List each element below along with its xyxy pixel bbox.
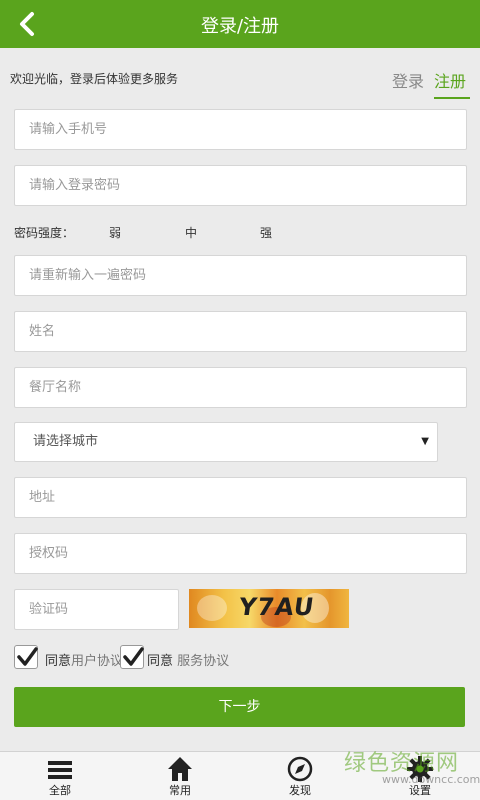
watermark: 绿色资源网 www.downcc.com xyxy=(344,745,480,791)
captcha-input[interactable]: 验证码 xyxy=(14,589,179,630)
home-icon xyxy=(168,757,192,781)
agree-user-prefix: 同意 xyxy=(45,654,72,669)
restaurant-name-input[interactable]: 餐厅名称 xyxy=(14,367,467,408)
nav-item-discover[interactable]: 发现 xyxy=(270,752,330,800)
nav-label-common: 常用 xyxy=(169,784,191,797)
tab-login[interactable]: 登录 xyxy=(392,68,424,92)
strength-weak: 弱 xyxy=(109,226,122,240)
agree-user-text: 同意用户协议 xyxy=(45,650,123,669)
phone-input[interactable]: 请输入手机号 xyxy=(14,109,467,150)
nav-item-common[interactable]: 常用 xyxy=(150,752,210,800)
nav-item-all[interactable]: 全部 xyxy=(30,752,90,800)
name-input[interactable]: 姓名 xyxy=(14,311,467,352)
compass-icon xyxy=(287,756,313,782)
address-input[interactable]: 地址 xyxy=(14,477,467,518)
service-agreement-link[interactable]: 服务协议 xyxy=(177,654,229,669)
auth-code-input[interactable]: 授权码 xyxy=(14,533,467,574)
captcha-noise xyxy=(197,595,227,621)
agree-service-text: 同意 服务协议 xyxy=(147,650,229,669)
password-strength-label: 密码强度： xyxy=(14,226,75,240)
password-input[interactable]: 请输入登录密码 xyxy=(14,165,467,206)
agree-user-checkbox[interactable] xyxy=(14,645,38,669)
menu-icon xyxy=(48,761,72,779)
tab-active-indicator xyxy=(434,97,470,99)
nav-label-discover: 发现 xyxy=(289,784,311,797)
checkmark-icon xyxy=(17,647,38,666)
nav-label-all: 全部 xyxy=(49,784,71,797)
watermark-url: www.downcc.com xyxy=(382,773,480,786)
agree-service-checkbox[interactable] xyxy=(120,645,144,669)
next-step-button[interactable]: 下一步 xyxy=(14,687,465,727)
strength-medium: 中 xyxy=(185,226,198,240)
tab-register[interactable]: 注册 xyxy=(434,68,466,92)
agree-service-prefix: 同意 xyxy=(147,654,174,669)
top-bar: 登录/注册 xyxy=(0,0,480,48)
welcome-text: 欢迎光临，登录后体验更多服务 xyxy=(10,72,179,86)
captcha-code: Y7AU xyxy=(237,593,317,621)
page-title: 登录/注册 xyxy=(200,16,280,37)
caret-down-icon: ▼ xyxy=(421,436,429,447)
strength-strong: 强 xyxy=(260,226,273,240)
city-select-value: 请选择城市 xyxy=(33,434,99,449)
repeat-password-input[interactable]: 请重新输入一遍密码 xyxy=(14,255,467,296)
city-select[interactable]: 请选择城市 ▼ xyxy=(14,422,438,462)
captcha-image[interactable]: Y7AU xyxy=(189,589,349,628)
user-agreement-link[interactable]: 用户协议 xyxy=(71,654,123,669)
checkmark-icon xyxy=(123,647,144,666)
